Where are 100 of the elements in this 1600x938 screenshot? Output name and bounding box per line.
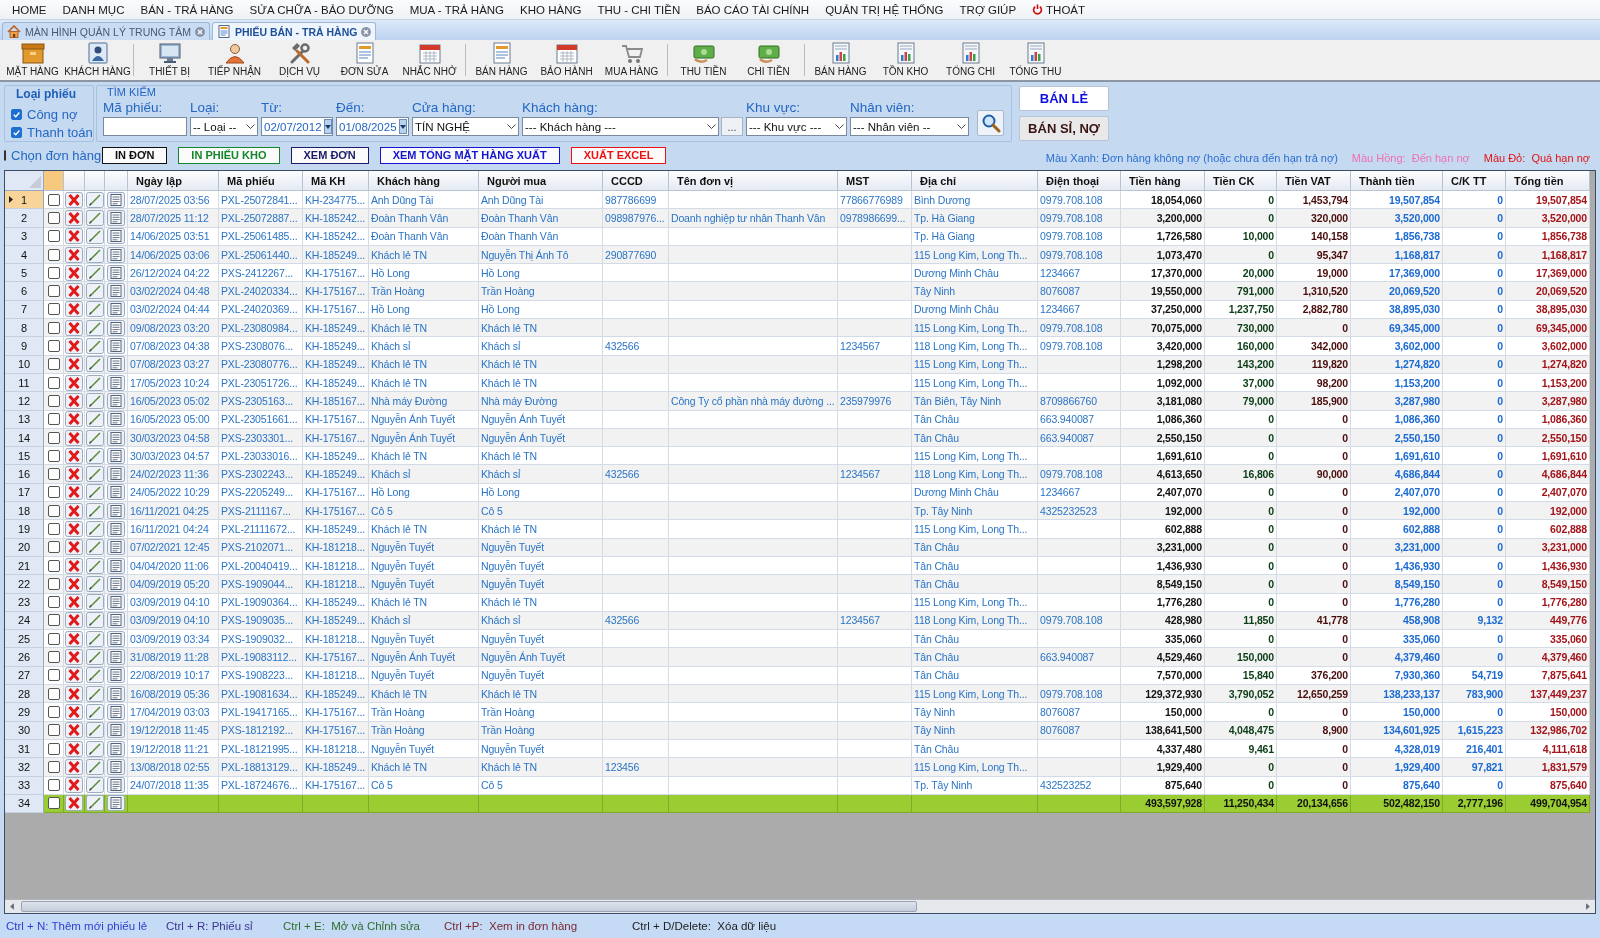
pencil-icon[interactable] [85,191,104,208]
document-icon[interactable] [107,411,125,428]
table-row[interactable]: 5 26/12/2024 04:22 PXS-2412267... KH-175167... Hồ Long Hồ Long Dương Minh Châu 1234667 17,370,000 20,000 19,000 17,369,000 0 17,369,000 [5,264,1590,283]
tab[interactable]: MÀN HÌNH QUẢN LÝ TRUNG TÂM [2,22,210,40]
table-row[interactable]: 9 07/08/2023 04:38 PXS-2308076... KH-185249... Khách sỉ Khách sỉ 432566 1234567 118 Long Kim, Long Th... 0979.708.108 3,420,000 160,000 342,000 3,602,000 0 3,602,000 [5,337,1590,356]
cross-icon[interactable] [65,758,83,775]
document-icon[interactable] [107,649,125,666]
document-icon[interactable] [107,502,125,519]
cross-icon[interactable] [65,649,83,666]
pencil-icon[interactable] [85,447,104,464]
document-icon[interactable] [107,521,125,537]
cross-icon[interactable] [65,740,83,757]
toolbar-button[interactable]: MẶT HÀNG [0,40,65,80]
row-checkbox[interactable] [47,504,60,517]
document-icon[interactable] [107,374,125,391]
document-icon[interactable] [107,447,125,464]
table-row[interactable]: 15 30/03/2023 04:57 PXL-23033016... KH-185249... Khách lẻ TN Khách lẻ TN 115 Long Kim, Long Th... 1,691,610 0 0 1,691,610 0 1,691,610 [5,447,1590,466]
document-icon[interactable] [107,429,125,446]
row-checkbox[interactable] [47,577,60,590]
pencil-icon[interactable] [85,228,104,245]
document-icon[interactable] [107,228,125,245]
document-icon[interactable] [107,795,125,812]
pencil-icon[interactable] [85,649,104,666]
dropdown-field[interactable]: --- Khách hàng --- [522,117,719,136]
document-icon[interactable] [107,301,125,318]
document-icon[interactable] [107,667,125,684]
cross-icon[interactable] [65,722,83,739]
row-checkbox[interactable] [47,779,60,792]
cross-icon[interactable] [65,539,83,556]
row-checkbox[interactable] [47,468,60,481]
menu-item[interactable]: KHO HÀNG [512,3,590,16]
row-checkbox[interactable] [47,431,60,444]
document-icon[interactable] [107,703,125,720]
cross-icon[interactable] [65,521,83,537]
document-icon[interactable] [107,356,125,373]
toolbar-button[interactable]: MUA HÀNG [599,40,664,80]
pencil-icon[interactable] [85,594,104,611]
row-checkbox[interactable] [47,632,60,645]
action-button[interactable]: XEM TỔNG MẶT HÀNG XUẤT [379,146,560,164]
document-icon[interactable] [107,630,125,647]
action-button[interactable]: IN ĐƠN [102,146,168,164]
cross-icon[interactable] [65,228,83,245]
cross-icon[interactable] [65,356,83,373]
dropdown-button[interactable] [398,119,407,134]
toolbar-button[interactable]: ĐƠN SỬA [332,40,397,80]
document-icon[interactable] [107,246,125,263]
pencil-icon[interactable] [85,758,104,775]
toolbar-button[interactable]: TỔNG THU [1003,40,1068,80]
table-row[interactable]: 32 13/08/2018 02:55 PXL-18813129... KH-185249... Khách lẻ TN Khách lẻ TN 123456 115 Long Kim, Long Th... 1,929,400 0 0 1,929,400 97,821 1,831,579 [5,758,1590,777]
row-header[interactable]: 8 [5,319,44,338]
toolbar-button[interactable]: CHI TIỀN [736,40,801,80]
date-field[interactable]: 02/07/2012 [261,117,333,136]
pencil-icon[interactable] [85,209,104,226]
cross-icon[interactable] [65,283,83,300]
row-checkbox[interactable] [47,559,60,572]
pencil-icon[interactable] [85,411,104,428]
cross-icon[interactable] [65,667,83,684]
dropdown-field[interactable]: --- Khu vực --- [746,117,847,136]
table-row[interactable]: 28 16/08/2019 05:36 PXL-19081634... KH-185249... Khách lẻ TN Khách lẻ TN 115 Long Kim, Long Th... 0979.708.108 129,372,930 3,790,052 12,650,259 138,233,137 783,900 137,449,237 [5,685,1590,704]
pencil-icon[interactable] [85,722,104,739]
row-checkbox[interactable] [47,651,60,664]
pencil-icon[interactable] [85,630,104,647]
cross-icon[interactable] [65,685,83,702]
menu-item[interactable]: BÁO CÁO TÀI CHÍNH [688,3,818,16]
cross-icon[interactable] [65,392,83,409]
row-header[interactable]: 22 [5,575,44,594]
checkbox[interactable] [11,108,22,120]
cross-icon[interactable] [65,411,83,428]
pencil-icon[interactable] [85,685,104,702]
row-checkbox[interactable] [47,193,60,206]
row-checkbox[interactable] [47,742,60,755]
cross-icon[interactable] [65,612,83,629]
row-header[interactable]: 18 [5,502,44,521]
cross-icon[interactable] [65,466,83,483]
mode-button[interactable]: BÁN LẺ [1019,86,1109,111]
cross-icon[interactable] [65,502,83,519]
table-row[interactable]: 29 17/04/2019 03:03 PXL-19417165... KH-175167... Trần Hoàng Trần Hoàng Tây Ninh 8076087 150,000 0 0 150,000 0 150,000 [5,703,1590,722]
pencil-icon[interactable] [85,392,104,409]
cross-icon[interactable] [65,575,83,592]
dropdown-field[interactable]: TÍN NGHỆ [412,117,519,136]
row-checkbox[interactable] [47,760,60,773]
pencil-icon[interactable] [85,374,104,391]
row-checkbox[interactable] [47,321,60,334]
menu-item[interactable]: THU - CHI TIỀN [589,3,689,16]
menu-item[interactable]: QUẢN TRỊ HỆ THỐNG [817,3,952,16]
row-checkbox[interactable] [47,724,60,737]
row-checkbox[interactable] [47,248,60,261]
pencil-icon[interactable] [85,575,104,592]
cross-icon[interactable] [65,246,83,263]
horizontal-scrollbar[interactable] [5,899,1595,913]
table-row[interactable]: 26 31/08/2019 11:28 PXL-19083112... KH-175167... Nguyễn Ánh Tuyết Nguyễn Ánh Tuyết Tân Châu 663.940087 4,529,460 150,000 0 4,379,460 0 4,379,460 [5,648,1590,667]
document-icon[interactable] [107,264,125,281]
row-header[interactable]: 9 [5,337,44,356]
table-row[interactable]: 16 24/02/2023 11:36 PXS-2302243... KH-185249... Khách sỉ Khách sỉ 432566 1234567 118 Long Kim, Long Th... 0979.708.108 4,613,650 16,806 90,000 4,686,844 0 4,686,844 [5,465,1590,484]
cross-icon[interactable] [65,374,83,391]
menu-item[interactable]: SỬA CHỮA - BẢO DƯỠNG [241,3,402,16]
menu-item[interactable]: HOME [4,3,55,16]
cross-icon[interactable] [65,209,83,226]
row-checkbox[interactable] [47,358,60,371]
row-header[interactable]: 16 [5,465,44,484]
